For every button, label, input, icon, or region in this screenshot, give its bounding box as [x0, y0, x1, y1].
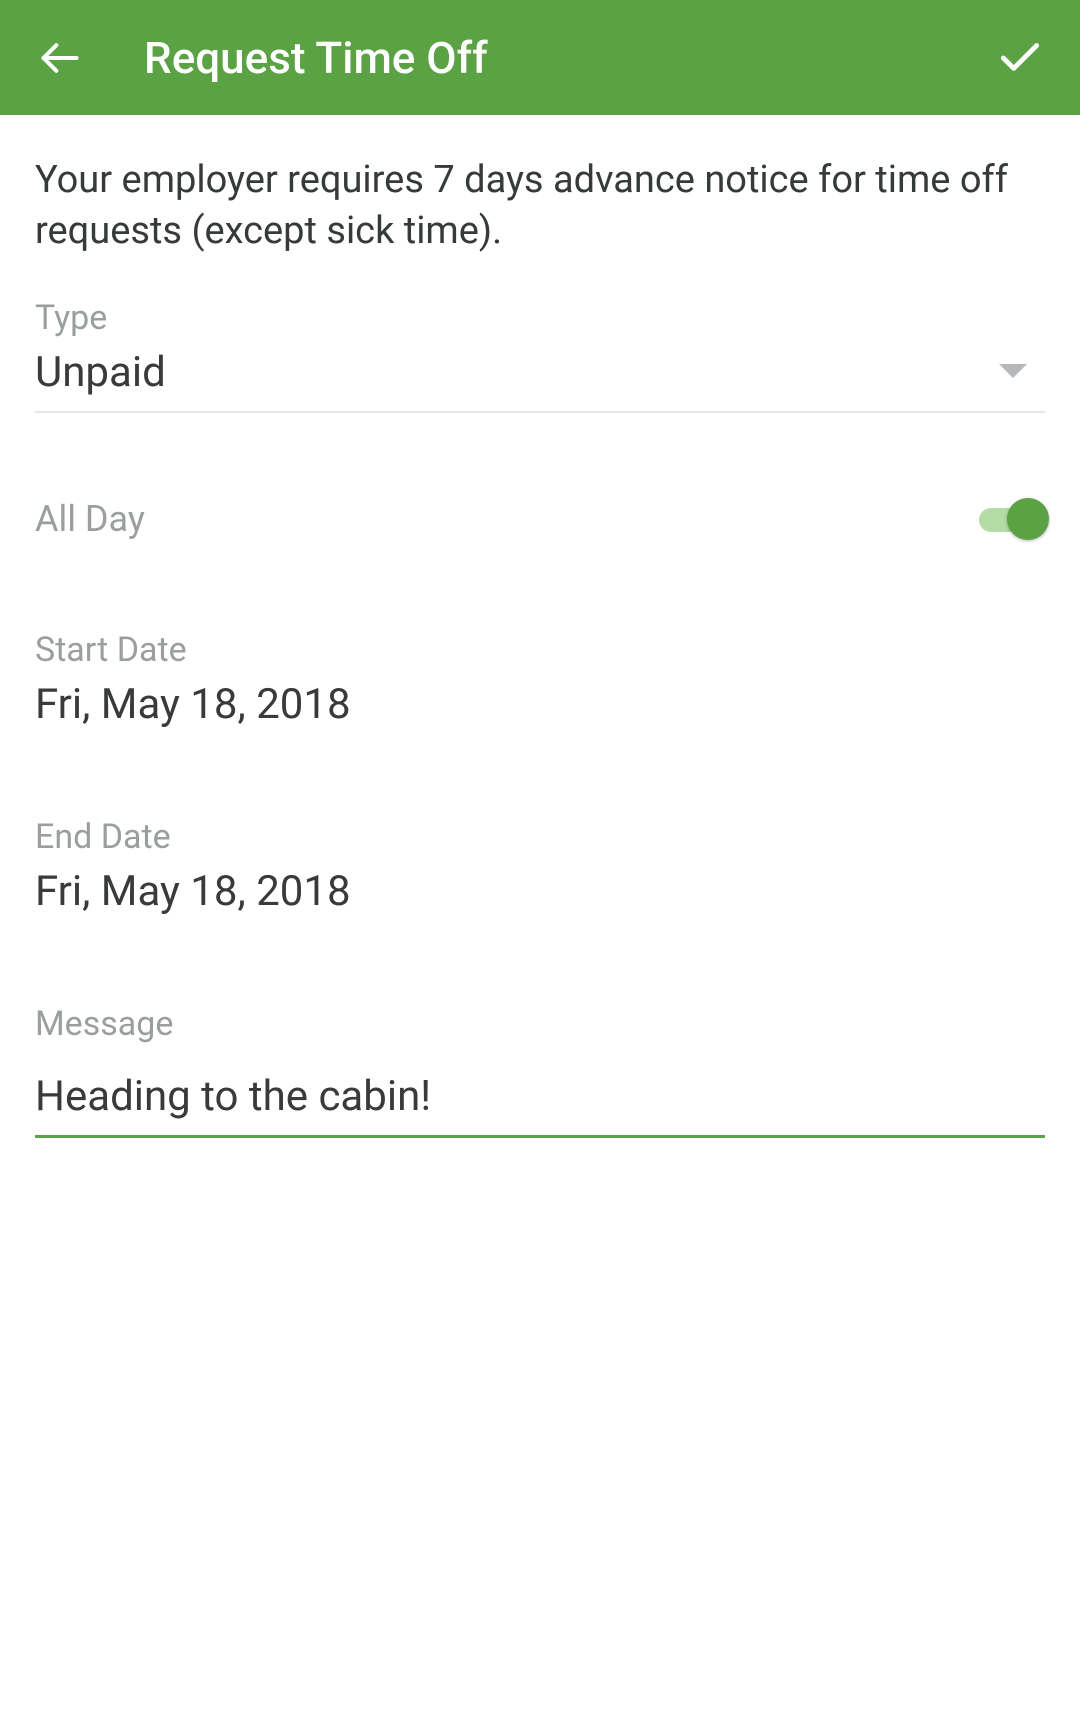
end-date-value: Fri, May 18, 2018: [35, 867, 1045, 916]
submit-button[interactable]: [990, 28, 1050, 88]
all-day-toggle[interactable]: [979, 498, 1045, 540]
type-value: Unpaid: [35, 348, 166, 397]
all-day-label: All Day: [35, 498, 145, 540]
app-header: Request Time Off: [0, 0, 1080, 115]
type-select[interactable]: Unpaid: [35, 348, 1045, 413]
start-date-field[interactable]: Start Date Fri, May 18, 2018: [35, 630, 1045, 729]
start-date-label: Start Date: [35, 630, 1045, 670]
type-label: Type: [35, 298, 1045, 338]
type-field: Type Unpaid: [35, 298, 1045, 413]
end-date-field[interactable]: End Date Fri, May 18, 2018: [35, 817, 1045, 916]
message-input[interactable]: [35, 1062, 1045, 1138]
toggle-thumb: [1007, 498, 1049, 540]
back-arrow-icon: [38, 36, 82, 80]
back-button[interactable]: [30, 28, 90, 88]
form-content: Your employer requires 7 days advance no…: [0, 115, 1080, 1138]
start-date-value: Fri, May 18, 2018: [35, 680, 1045, 729]
checkmark-icon: [995, 33, 1045, 83]
all-day-row: All Day: [35, 498, 1045, 540]
message-field: Message: [35, 1004, 1045, 1138]
end-date-label: End Date: [35, 817, 1045, 857]
dropdown-caret-icon: [999, 363, 1027, 382]
page-title: Request Time Off: [144, 32, 990, 84]
advance-notice-text: Your employer requires 7 days advance no…: [35, 155, 1045, 258]
message-label: Message: [35, 1004, 1045, 1044]
